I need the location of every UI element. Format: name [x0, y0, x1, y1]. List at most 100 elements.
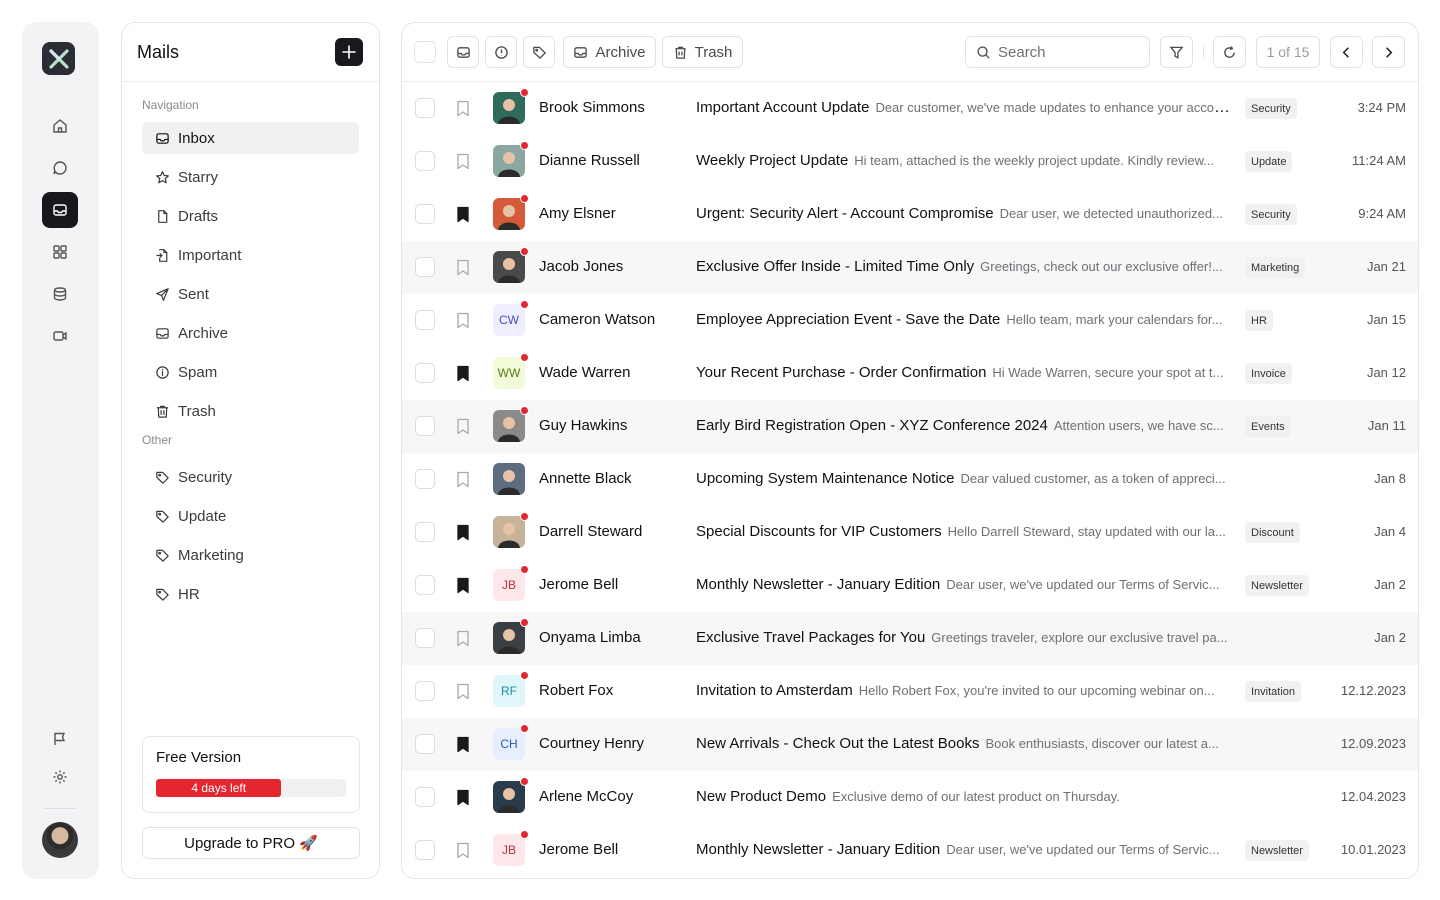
bookmark-icon[interactable] — [456, 630, 470, 647]
sidebar-item-label: Archive — [178, 324, 229, 342]
compose-button[interactable] — [335, 38, 363, 66]
bookmark-filled-icon[interactable] — [456, 524, 470, 541]
sender-name: Guy Hawkins — [539, 417, 628, 434]
row-checkbox[interactable] — [415, 98, 435, 118]
video-icon[interactable] — [42, 318, 78, 354]
tag-button[interactable] — [523, 36, 555, 68]
row-checkbox[interactable] — [415, 363, 435, 383]
email-row[interactable]: JB Jerome Bell Monthly Newsletter - Januar… — [402, 824, 1418, 877]
row-checkbox[interactable] — [415, 257, 435, 277]
star-icon — [156, 170, 169, 183]
row-checkbox[interactable] — [415, 204, 435, 224]
avatar — [493, 406, 529, 442]
sidebar-item-drafts[interactable]: Drafts — [142, 200, 359, 232]
row-checkbox[interactable] — [415, 840, 435, 860]
email-row[interactable]: Jacob Jones Exclusive Offer Inside - Limi… — [402, 241, 1418, 294]
sidebar-item-starry[interactable]: Starry — [142, 161, 359, 193]
sidebar-item-trash[interactable]: Trash — [142, 395, 359, 427]
email-subject: Weekly Project Update — [696, 152, 849, 169]
bookmark-icon[interactable] — [456, 312, 470, 329]
email-tag: Security — [1245, 98, 1297, 119]
email-row[interactable]: RF Robert Fox Invitation to Amsterdam Hello… — [402, 665, 1418, 718]
sidebar-item-sent[interactable]: Sent — [142, 278, 359, 310]
chat-icon[interactable] — [42, 150, 78, 186]
email-row[interactable]: Guy Hawkins Early Bird Registration Open … — [402, 400, 1418, 453]
row-checkbox[interactable] — [415, 628, 435, 648]
email-row[interactable]: Dianne Russell Weekly Project Update Hi te… — [402, 135, 1418, 188]
prev-page-button[interactable] — [1330, 36, 1363, 68]
row-checkbox[interactable] — [415, 469, 435, 489]
email-row[interactable]: JB Jerome Bell Monthly Newsletter - Januar… — [402, 559, 1418, 612]
email-row[interactable]: CH Courtney Henry New Arrivals - Check Out… — [402, 718, 1418, 771]
bookmark-icon[interactable] — [456, 259, 470, 276]
database-icon[interactable] — [42, 276, 78, 312]
sidebar-item-spam[interactable]: Spam — [142, 356, 359, 388]
archive-icon — [574, 46, 588, 58]
row-checkbox[interactable] — [415, 787, 435, 807]
email-row[interactable]: Annette Black Upcoming System Maintenance… — [402, 453, 1418, 506]
mail-inbox-icon[interactable] — [42, 192, 78, 228]
email-row[interactable]: CW Cameron Watson Employee Appreciation Ev… — [402, 294, 1418, 347]
sidebar-item-hr[interactable]: HR — [142, 578, 359, 610]
next-page-button[interactable] — [1372, 36, 1405, 68]
email-row[interactable]: Onyama Limba Exclusive Travel Packages fo… — [402, 612, 1418, 665]
bookmark-icon[interactable] — [456, 418, 470, 435]
unread-dot — [520, 194, 529, 203]
email-tag: Security — [1245, 204, 1297, 225]
row-checkbox[interactable] — [415, 151, 435, 171]
row-checkbox[interactable] — [415, 522, 435, 542]
email-subject: New Arrivals - Check Out the Latest Book… — [696, 735, 980, 752]
grid-icon[interactable] — [42, 234, 78, 270]
row-checkbox[interactable] — [415, 416, 435, 436]
sidebar-item-archive[interactable]: Archive — [142, 317, 359, 349]
bookmark-filled-icon[interactable] — [456, 206, 470, 223]
filter-button[interactable] — [1160, 36, 1193, 68]
sidebar-item-inbox[interactable]: Inbox — [142, 122, 359, 154]
avatar: JB — [493, 565, 529, 601]
trash-button[interactable]: Trash — [662, 36, 743, 68]
row-checkbox[interactable] — [415, 310, 435, 330]
bookmark-filled-icon[interactable] — [456, 577, 470, 594]
user-avatar[interactable] — [42, 822, 78, 858]
home-icon[interactable] — [42, 108, 78, 144]
report-spam-button[interactable] — [485, 36, 517, 68]
refresh-button[interactable] — [1213, 36, 1246, 68]
row-checkbox[interactable] — [415, 681, 435, 701]
sidebar-item-important[interactable]: Important — [142, 239, 359, 271]
email-row[interactable]: Darrell Steward Special Discounts for VIP… — [402, 506, 1418, 559]
email-tag: Events — [1245, 416, 1291, 437]
sender-name: Jerome Bell — [539, 841, 619, 858]
row-checkbox[interactable] — [415, 734, 435, 754]
email-summary: Early Bird Registration Open - XYZ Confe… — [696, 417, 1231, 435]
bookmark-icon[interactable] — [456, 153, 470, 170]
bookmark-filled-icon[interactable] — [456, 736, 470, 753]
gear-icon[interactable] — [42, 759, 78, 795]
search-box[interactable] — [965, 36, 1150, 68]
bookmark-icon[interactable] — [456, 471, 470, 488]
bookmark-filled-icon[interactable] — [456, 365, 470, 382]
bookmark-icon[interactable] — [456, 683, 470, 700]
mark-read-button[interactable] — [447, 36, 479, 68]
search-input[interactable] — [998, 43, 1138, 61]
email-row[interactable]: Arlene McCoy New Product Demo Exclusive de… — [402, 771, 1418, 824]
bookmark-filled-icon[interactable] — [456, 789, 470, 806]
upgrade-button[interactable]: Upgrade to PRO 🚀 — [142, 827, 360, 859]
sidebar-item-update[interactable]: Update — [142, 500, 359, 532]
sidebar-item-marketing[interactable]: Marketing — [142, 539, 359, 571]
email-row[interactable]: Amy Elsner Urgent: Security Alert - Accou… — [402, 188, 1418, 241]
flag-icon[interactable] — [42, 721, 78, 757]
row-checkbox[interactable] — [415, 575, 435, 595]
avatar-initials: CW — [499, 313, 519, 327]
plus-icon — [342, 45, 356, 59]
sidebar-item-security[interactable]: Security — [142, 461, 359, 493]
email-tag: Newsletter — [1245, 575, 1309, 596]
archive-button[interactable]: Archive — [563, 36, 656, 68]
select-all-checkbox[interactable] — [414, 41, 436, 63]
app-logo-icon[interactable] — [42, 42, 75, 75]
email-summary: Upcoming System Maintenance Notice Dear v… — [696, 470, 1231, 488]
email-row[interactable]: Brook Simmons Important Account Update Dea… — [402, 82, 1418, 135]
email-row[interactable]: WW Wade Warren Your Recent Purchase - Orde… — [402, 347, 1418, 400]
email-date: Jan 4 — [1374, 524, 1406, 539]
bookmark-icon[interactable] — [456, 100, 470, 117]
bookmark-icon[interactable] — [456, 842, 470, 859]
